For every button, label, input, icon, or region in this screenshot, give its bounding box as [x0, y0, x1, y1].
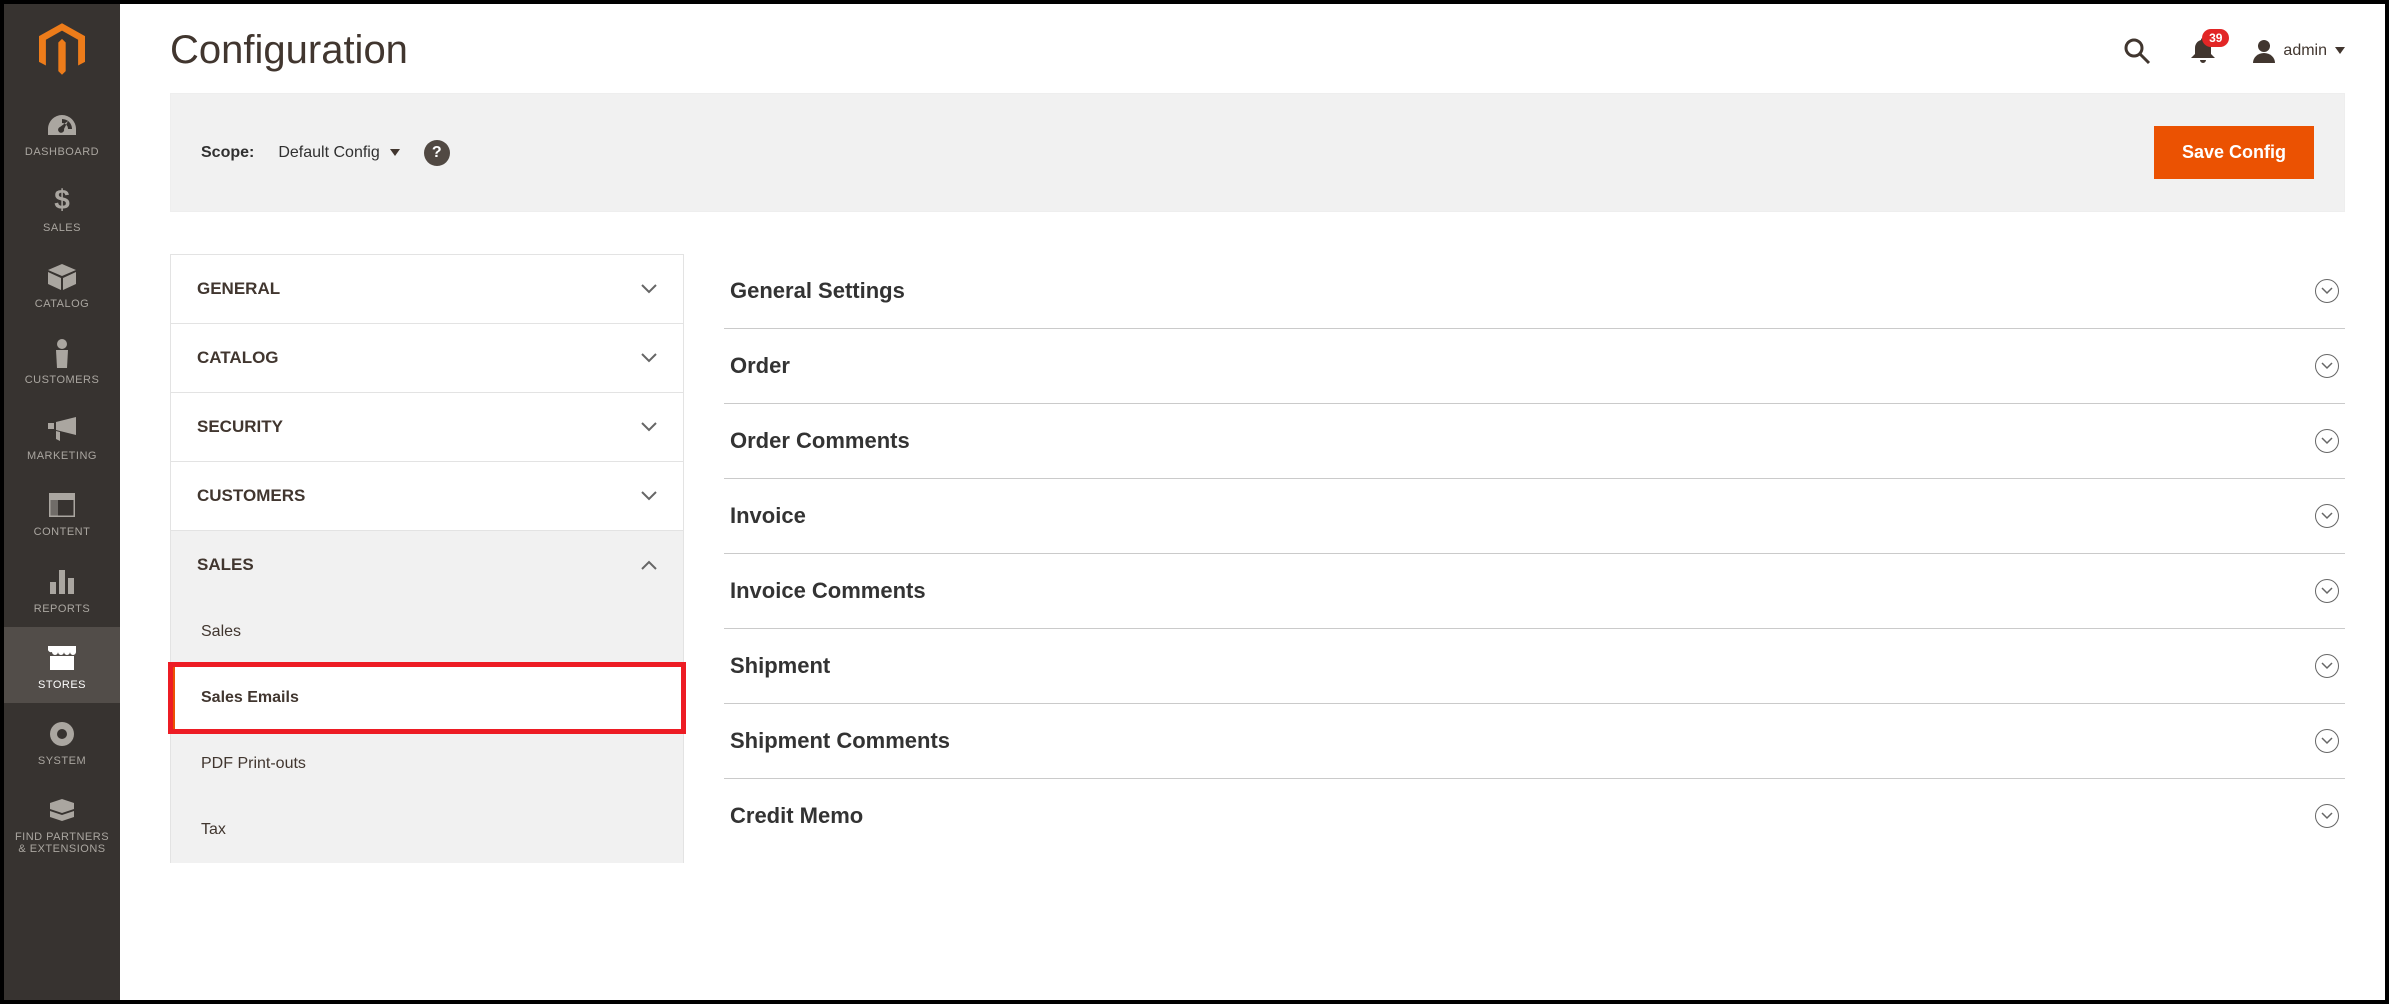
expand-icon: [2315, 279, 2339, 303]
user-label: admin: [2283, 42, 2327, 60]
expand-icon: [2315, 429, 2339, 453]
tab-label: CATALOG: [197, 348, 279, 368]
layout-icon: [47, 490, 77, 520]
section-title: Order: [730, 353, 790, 379]
section-credit-memo[interactable]: Credit Memo: [724, 779, 2345, 853]
nav-dashboard[interactable]: DASHBOARD: [4, 94, 120, 170]
nav-label: CONTENT: [34, 526, 91, 538]
chevron-down-icon: [641, 284, 657, 294]
nav-sales[interactable]: $ SALES: [4, 170, 120, 246]
megaphone-icon: [47, 414, 77, 444]
tab-customers[interactable]: CUSTOMERS: [170, 461, 684, 530]
tab-label: SALES: [197, 555, 254, 575]
section-title: Shipment: [730, 653, 830, 679]
store-icon: [47, 643, 77, 673]
expand-icon: [2315, 504, 2339, 528]
expand-icon: [2315, 654, 2339, 678]
nav-label: STORES: [38, 679, 86, 691]
tab-sales[interactable]: SALES: [170, 530, 684, 599]
section-invoice[interactable]: Invoice: [724, 479, 2345, 554]
main-content: Configuration 39 admin Scope:: [120, 4, 2385, 1000]
notifications-badge: 39: [2202, 29, 2229, 47]
scope-help[interactable]: ?: [424, 140, 450, 166]
partners-icon: [47, 795, 77, 825]
tab-label: CUSTOMERS: [197, 486, 305, 506]
config-tabs-sidebar: GENERAL CATALOG SECURITY CUSTOMERS SALES: [170, 254, 684, 863]
nav-label: SALES: [43, 222, 81, 234]
scope-bar: Scope: Default Config ? Save Config: [170, 93, 2345, 212]
nav-partners[interactable]: FIND PARTNERS & EXTENSIONS: [4, 779, 120, 867]
search-icon: [2123, 37, 2151, 65]
scope-selector[interactable]: Default Config: [278, 144, 399, 162]
scope-label: Scope:: [201, 144, 254, 162]
dashboard-icon: [47, 110, 77, 140]
nav-reports[interactable]: REPORTS: [4, 551, 120, 627]
nav-customers[interactable]: CUSTOMERS: [4, 322, 120, 398]
nav-stores[interactable]: STORES: [4, 627, 120, 703]
section-order-comments[interactable]: Order Comments: [724, 404, 2345, 479]
tab-catalog[interactable]: CATALOG: [170, 323, 684, 392]
section-title: Invoice: [730, 503, 806, 529]
nav-catalog[interactable]: CATALOG: [4, 246, 120, 322]
section-title: Order Comments: [730, 428, 910, 454]
chevron-down-icon: [641, 353, 657, 363]
expand-icon: [2315, 354, 2339, 378]
section-shipment[interactable]: Shipment: [724, 629, 2345, 704]
user-menu[interactable]: admin: [2253, 39, 2345, 63]
person-icon: [47, 338, 77, 368]
tab-general[interactable]: GENERAL: [170, 254, 684, 323]
section-title: Invoice Comments: [730, 578, 926, 604]
page-title: Configuration: [170, 28, 408, 73]
subtab-sales[interactable]: Sales: [171, 599, 683, 665]
nav-label: MARKETING: [27, 450, 97, 462]
nav-system[interactable]: SYSTEM: [4, 703, 120, 779]
search-button[interactable]: [2121, 35, 2153, 67]
nav-marketing[interactable]: MARKETING: [4, 398, 120, 474]
nav-label: FIND PARTNERS & EXTENSIONS: [15, 831, 109, 855]
section-general-settings[interactable]: General Settings: [724, 254, 2345, 329]
section-order[interactable]: Order: [724, 329, 2345, 404]
gear-icon: [47, 719, 77, 749]
caret-down-icon: [390, 149, 400, 157]
chevron-up-icon: [641, 560, 657, 570]
box-icon: [47, 262, 77, 292]
tab-security[interactable]: SECURITY: [170, 392, 684, 461]
section-title: Credit Memo: [730, 803, 863, 829]
section-shipment-comments[interactable]: Shipment Comments: [724, 704, 2345, 779]
bars-icon: [47, 567, 77, 597]
nav-content[interactable]: CONTENT: [4, 474, 120, 550]
subtab-pdf-printouts[interactable]: PDF Print-outs: [171, 731, 683, 797]
nav-label: REPORTS: [34, 603, 90, 615]
tab-label: SECURITY: [197, 417, 283, 437]
caret-down-icon: [2335, 47, 2345, 55]
dollar-icon: $: [47, 186, 77, 216]
nav-label: CUSTOMERS: [25, 374, 100, 386]
user-icon: [2253, 39, 2275, 63]
save-config-button[interactable]: Save Config: [2154, 126, 2314, 179]
scope-value: Default Config: [278, 144, 379, 162]
chevron-down-icon: [641, 422, 657, 432]
nav-label: SYSTEM: [38, 755, 86, 767]
expand-icon: [2315, 579, 2339, 603]
settings-panel: General Settings Order Order Comments In…: [684, 254, 2345, 863]
tab-sales-subitems: Sales Sales Emails PDF Print-outs Tax: [170, 599, 684, 863]
notifications-button[interactable]: 39: [2187, 35, 2219, 67]
section-invoice-comments[interactable]: Invoice Comments: [724, 554, 2345, 629]
chevron-down-icon: [641, 491, 657, 501]
svg-text:$: $: [54, 187, 70, 215]
admin-left-nav: DASHBOARD $ SALES CATALOG CUSTOMERS MARK…: [4, 4, 120, 1000]
expand-icon: [2315, 804, 2339, 828]
section-title: General Settings: [730, 278, 905, 304]
section-title: Shipment Comments: [730, 728, 950, 754]
subtab-sales-emails[interactable]: Sales Emails: [171, 665, 683, 731]
nav-label: DASHBOARD: [25, 146, 99, 158]
tab-label: GENERAL: [197, 279, 280, 299]
magento-logo[interactable]: [4, 4, 120, 94]
expand-icon: [2315, 729, 2339, 753]
nav-label: CATALOG: [35, 298, 89, 310]
subtab-tax[interactable]: Tax: [171, 797, 683, 863]
